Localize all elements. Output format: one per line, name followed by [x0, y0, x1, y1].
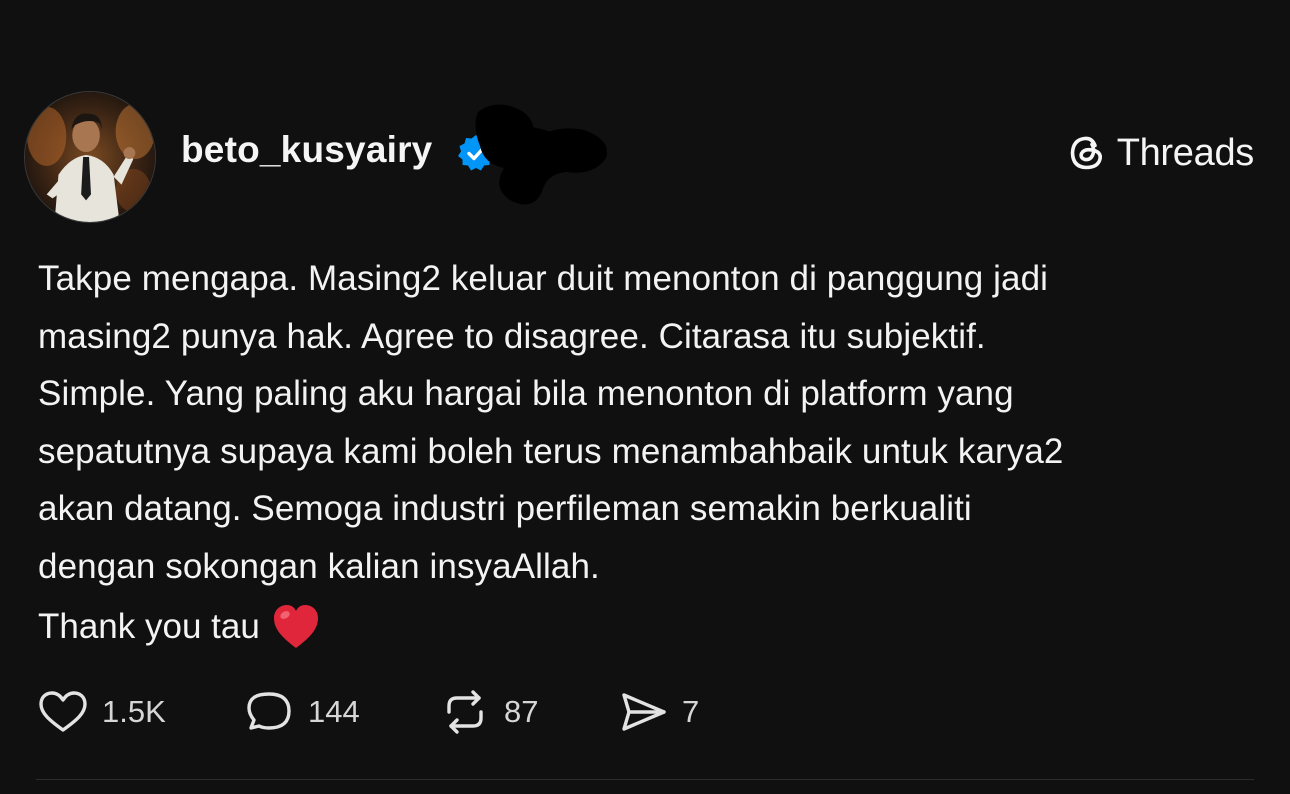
- threads-logo-icon: [1070, 136, 1102, 170]
- share-button[interactable]: 7: [616, 685, 699, 739]
- like-button[interactable]: 1.5K: [36, 685, 242, 739]
- repost-count: 87: [504, 694, 539, 729]
- threads-brand[interactable]: Threads: [1065, 130, 1254, 176]
- avatar-image: [25, 92, 155, 222]
- post-closing: Thank you tau: [38, 598, 320, 655]
- reply-count: 144: [308, 694, 360, 729]
- closing-text: Thank you tau: [38, 607, 260, 646]
- comment-icon: [247, 692, 291, 730]
- heart-outline-icon: [39, 691, 87, 732]
- avatar[interactable]: [24, 91, 156, 223]
- brand-name: Threads: [1116, 132, 1255, 174]
- threads-post: beto_kusyairy Threads Takpe mengapa. Mas…: [0, 0, 1290, 794]
- red-heart-icon: [273, 604, 318, 648]
- reply-button[interactable]: 144: [242, 685, 438, 739]
- send-icon: [622, 693, 666, 731]
- post-actions: 1.5K 144 87 7: [36, 684, 699, 740]
- redaction-scribble: [475, 104, 608, 205]
- like-count: 1.5K: [102, 694, 166, 729]
- share-count: 7: [682, 694, 700, 729]
- username[interactable]: beto_kusyairy: [181, 128, 432, 172]
- divider: [36, 779, 1254, 780]
- repost-button[interactable]: 87: [438, 685, 616, 739]
- repost-icon: [447, 690, 483, 734]
- post-body: Takpe mengapa. Masing2 keluar duit menon…: [38, 259, 1064, 586]
